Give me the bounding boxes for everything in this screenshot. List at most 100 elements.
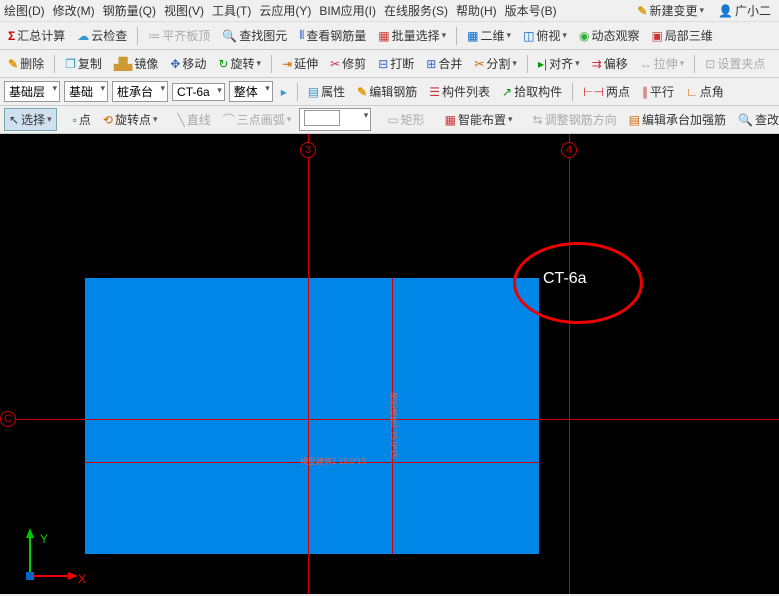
sum-label: 汇总计算: [17, 27, 65, 44]
change-label: 查改村: [755, 111, 779, 128]
split-button[interactable]: ✂分割▾: [470, 53, 521, 74]
ucs-x-label: X: [78, 572, 86, 586]
floor-select[interactable]: 基础层: [4, 81, 60, 102]
pointangle-button[interactable]: ∟点角: [682, 81, 728, 102]
copy-label: 复制: [78, 55, 102, 72]
move-icon: ✥: [170, 57, 180, 71]
element-label: CT-6a: [543, 270, 587, 288]
arc3-button[interactable]: ⌒三点画弧▾: [219, 109, 296, 130]
dynview-button[interactable]: ◉动态观察: [575, 25, 644, 46]
menu-help[interactable]: 帮助(H): [456, 2, 497, 19]
menu-bim[interactable]: BIM应用(I): [319, 2, 376, 19]
extend-button[interactable]: ⇥延伸: [278, 53, 322, 74]
delete-icon: ✎: [8, 57, 18, 71]
dimension-text-v: 模型建筑2 15.0*15: [388, 392, 399, 458]
join-label: 合并: [438, 55, 462, 72]
offset-button[interactable]: ⇉偏移: [588, 53, 632, 74]
separator: [297, 83, 298, 101]
smart-button[interactable]: ▦智能布置▾: [441, 109, 517, 130]
menu-online[interactable]: 在线服务(S): [384, 2, 448, 19]
view2d-button[interactable]: ▦二维▾: [463, 25, 515, 46]
menu-draw[interactable]: 绘图(D): [4, 2, 45, 19]
menu-bar: 绘图(D) 修改(M) 钢筋量(Q) 视图(V) 工具(T) 云应用(Y) BI…: [0, 0, 779, 22]
adjdir-button[interactable]: ⇆调整钢筋方向: [529, 109, 621, 130]
mini-button[interactable]: ▸: [277, 83, 291, 101]
parallel-button[interactable]: ∥平行: [638, 81, 678, 102]
persp-label: 俯视: [536, 27, 560, 44]
local3d-button[interactable]: ▣局部三维: [647, 25, 716, 46]
twopoint-button[interactable]: ⊢⊣两点: [579, 81, 634, 102]
cloud-check-button[interactable]: ☁云检查: [73, 25, 131, 46]
user-menu[interactable]: 👤广小二: [714, 0, 775, 21]
menu-cloud[interactable]: 云应用(Y): [259, 2, 311, 19]
break-button[interactable]: ⊟打断: [374, 53, 418, 74]
point-label: 点: [79, 111, 91, 128]
copy-button[interactable]: ❐复制: [61, 53, 106, 74]
smart-icon: ▦: [445, 113, 456, 127]
select-button[interactable]: ↖选择▾: [4, 108, 57, 131]
pick-button[interactable]: ↗拾取构件: [498, 81, 566, 102]
separator: [527, 55, 528, 73]
flatboard-button[interactable]: ≔平齐板顶: [144, 25, 214, 46]
find-label: 查找图元: [239, 27, 287, 44]
line-button[interactable]: ╲直线: [174, 109, 215, 130]
trim-button[interactable]: ✂修剪: [326, 53, 370, 74]
grips-label: 设置夹点: [717, 55, 765, 72]
batch-button[interactable]: ▦批量选择▾: [374, 25, 450, 46]
menu-version[interactable]: 版本号(B): [505, 2, 557, 19]
cloud-icon: ☁: [77, 29, 89, 43]
rotate-button[interactable]: ↻旋转▾: [214, 53, 265, 74]
menu-modify[interactable]: 修改(M): [53, 2, 95, 19]
color-select[interactable]: [299, 108, 371, 131]
subcategory-select[interactable]: 桩承台: [112, 81, 168, 102]
editbar-button[interactable]: ✎编辑钢筋: [353, 81, 421, 102]
props-label: 属性: [321, 83, 345, 100]
grid-bubble-4: 4: [561, 142, 577, 158]
scope-select[interactable]: 整体: [229, 81, 273, 102]
sum-button[interactable]: Σ汇总计算: [4, 25, 69, 46]
rotpoint-button[interactable]: ⟲旋转点▾: [99, 109, 162, 130]
change-button[interactable]: 🔍查改村: [734, 109, 779, 130]
grid-icon: ▦: [467, 29, 478, 43]
move-button[interactable]: ✥移动: [166, 53, 210, 74]
grid-bubble-c: C: [0, 411, 16, 427]
props-button[interactable]: ▤属性: [304, 81, 349, 102]
point-button[interactable]: ▫点: [69, 109, 95, 130]
grips-button[interactable]: ⊡设置夹点: [701, 53, 769, 74]
flatboard-icon: ≔: [148, 29, 160, 43]
align-label: 对齐: [549, 55, 573, 72]
perspective-button[interactable]: ◫俯视▾: [519, 25, 571, 46]
category-select[interactable]: 基础: [64, 81, 108, 102]
menu-rebar[interactable]: 钢筋量(Q): [103, 2, 156, 19]
mirror-button[interactable]: ▟▙镜像: [110, 53, 162, 74]
component-select[interactable]: CT-6a: [172, 83, 225, 101]
offset-label: 偏移: [604, 55, 628, 72]
editplat-label: 编辑承台加强筋: [642, 111, 726, 128]
drawing-canvas[interactable]: 3 4 C 模型建筑2 15.0*15 模型建筑2 15.0*15 CT-6a …: [0, 134, 779, 594]
align-icon: ▸|: [538, 57, 547, 71]
align-button[interactable]: ▸|对齐▾: [534, 53, 584, 74]
extend-label: 延伸: [294, 55, 318, 72]
viewbar-button[interactable]: ⫴查看钢筋量: [295, 25, 370, 46]
flatboard-label: 平齐板顶: [162, 27, 210, 44]
join-button[interactable]: ⊞合并: [422, 53, 466, 74]
grid-bubble-3: 3: [300, 142, 316, 158]
stretch-button[interactable]: ↔拉伸▾: [636, 53, 689, 74]
editplat-button[interactable]: ▤编辑承台加强筋: [625, 109, 730, 130]
editbar-label: 编辑钢筋: [369, 83, 417, 100]
complist-button[interactable]: ☰构件列表: [425, 81, 494, 102]
rect-button[interactable]: ▭矩形: [383, 109, 428, 130]
menu-tools[interactable]: 工具(T): [212, 2, 251, 19]
search-icon: 🔍: [222, 29, 237, 43]
arc-icon: ⌒: [223, 111, 235, 128]
pick-label: 拾取构件: [514, 83, 562, 100]
element-slab[interactable]: [85, 278, 539, 554]
menu-view[interactable]: 视图(V): [164, 2, 204, 19]
local3d-label: 局部三维: [665, 27, 713, 44]
find-button[interactable]: 🔍查找图元: [218, 25, 291, 46]
join-icon: ⊞: [426, 57, 436, 71]
toolbar-draw: ↖选择▾ ▫点 ⟲旋转点▾ ╲直线 ⌒三点画弧▾ ▭矩形 ▦智能布置▾ ⇆调整钢…: [0, 106, 779, 134]
delete-button[interactable]: ✎删除: [4, 53, 48, 74]
new-change-button[interactable]: ✎新建变更▾: [633, 0, 708, 21]
twopoint-icon: ⊢⊣: [583, 85, 604, 99]
